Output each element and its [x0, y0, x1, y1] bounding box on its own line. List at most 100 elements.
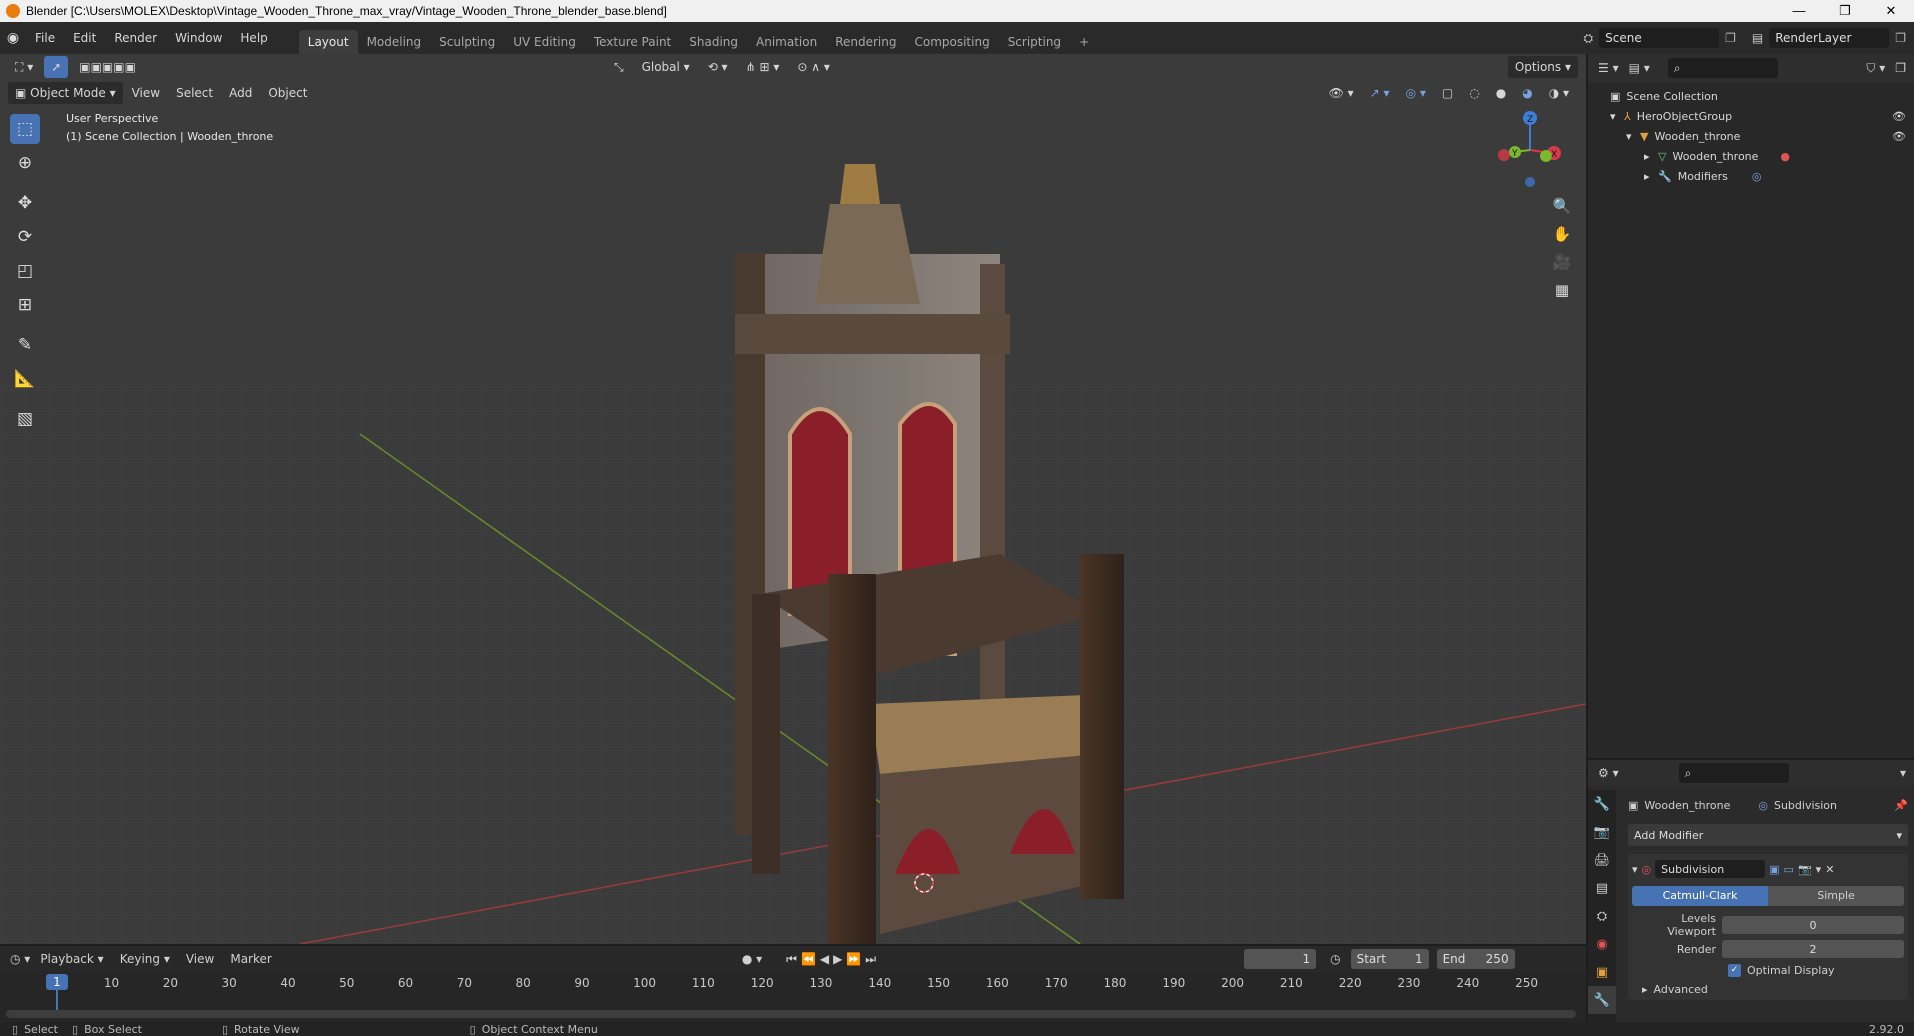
optimal-display-checkbox[interactable]: ✓ — [1728, 964, 1741, 977]
pan-hand-icon[interactable]: ✋ — [1548, 220, 1576, 248]
output-tab-icon[interactable]: 🖨 — [1588, 846, 1616, 874]
menu-help[interactable]: Help — [231, 31, 276, 45]
restore-button[interactable]: ❐ — [1822, 3, 1868, 19]
collapse-arrow-icon[interactable]: ▾ — [1632, 863, 1638, 876]
modifier-tab-icon[interactable]: 🔧 — [1588, 986, 1616, 1014]
edit-mode-toggle-icon[interactable]: ▣ — [1769, 863, 1779, 876]
outliner-row-modifiers[interactable]: ▸ 🔧 Modifiers ◎ — [1610, 166, 1914, 186]
render-levels-field[interactable]: 2 — [1722, 940, 1904, 958]
chevron-down-icon[interactable]: ▾ — [1900, 766, 1914, 780]
menu-edit[interactable]: Edit — [64, 31, 105, 45]
delete-modifier-icon[interactable]: ✕ — [1825, 863, 1834, 876]
modifier-menu-icon[interactable]: ▾ — [1816, 863, 1822, 876]
world-tab-icon[interactable]: ◉ — [1588, 930, 1616, 958]
shading-material-icon[interactable]: ◕ — [1515, 82, 1539, 104]
tab-layout[interactable]: Layout — [298, 30, 358, 54]
current-frame-field[interactable]: 1 — [1244, 949, 1317, 969]
tab-animation[interactable]: Animation — [747, 30, 826, 54]
collapse-arrow-icon[interactable]: ▸ — [1644, 150, 1658, 163]
menu-view[interactable]: View — [125, 82, 167, 104]
end-frame-field[interactable]: End 250 — [1436, 949, 1515, 969]
outliner-row-wooden-throne[interactable]: ▾ ▼ Wooden_throne 👁 — [1610, 126, 1914, 146]
tab-modeling[interactable]: Modeling — [358, 30, 431, 54]
scene-tab-icon[interactable]: ⛭ — [1588, 902, 1616, 930]
render-toggle-icon[interactable]: 📷 — [1798, 863, 1812, 876]
menu-keying[interactable]: Keying ▾ — [114, 952, 176, 966]
blender-menu-icon[interactable]: ◉ — [0, 30, 26, 46]
outliner-editor-icon[interactable]: ☰ ▾ — [1598, 61, 1619, 75]
viewport-toggle-icon[interactable]: ▭ — [1784, 863, 1794, 876]
scale-tool-icon[interactable]: ◰ — [10, 256, 40, 286]
pin-icon[interactable]: 📌 — [1894, 799, 1908, 812]
visibility-eye-icon[interactable]: 👁 — [1892, 130, 1914, 143]
view-layer-tab-icon[interactable]: ▤ — [1588, 874, 1616, 902]
menu-view-timeline[interactable]: View — [180, 952, 220, 966]
gizmo-toggle-icon[interactable]: ↗ ▾ — [1363, 82, 1397, 104]
start-frame-field[interactable]: Start 1 — [1350, 949, 1429, 969]
expand-arrow-icon[interactable]: ▾ — [1610, 110, 1624, 123]
playback-controls-icon[interactable]: ⏮⏪◀▶⏩⏭ — [786, 952, 880, 967]
shading-solid-icon[interactable]: ● — [1489, 82, 1513, 104]
record-icon[interactable]: ● ▾ — [742, 952, 762, 966]
add-workspace-button[interactable]: + — [1070, 30, 1098, 54]
render-tab-icon[interactable]: 📷 — [1588, 818, 1616, 846]
tab-sculpting[interactable]: Sculpting — [430, 30, 504, 54]
transform-tool-icon[interactable]: ⊞ — [10, 290, 40, 320]
timeline-scrollbar[interactable] — [6, 1010, 1576, 1018]
properties-search-input[interactable]: ⌕ — [1678, 763, 1789, 783]
catmull-clark-button[interactable]: Catmull-Clark — [1632, 886, 1768, 906]
playhead[interactable]: 1 — [46, 974, 68, 990]
minimize-button[interactable]: — — [1776, 3, 1822, 19]
outliner-row-heroobjectgroup[interactable]: ▾ ⅄ HeroObjectGroup 👁 — [1610, 106, 1914, 126]
annotate-tool-icon[interactable]: ✎ — [10, 330, 40, 360]
add-cube-tool-icon[interactable]: ▧ — [10, 404, 40, 434]
display-mode-icon[interactable]: ▤ ▾ — [1629, 61, 1650, 75]
menu-playback[interactable]: Playback ▾ — [34, 952, 109, 966]
scene-collection-row[interactable]: ▣ Scene Collection — [1610, 86, 1914, 106]
properties-editor-icon[interactable]: ⚙ ▾ — [1598, 766, 1619, 780]
tab-texture-paint[interactable]: Texture Paint — [585, 30, 680, 54]
3d-viewport[interactable]: ⛶ ▾ ➚ ▣▣▣▣▣ ⤡ Global ▾ ⟲ ▾ ⋔ ⊞ ▾ ⊙ ∧ ▾ O… — [0, 54, 1586, 944]
visibility-icon[interactable]: 👁 ▾ — [1322, 82, 1361, 104]
menu-window[interactable]: Window — [166, 31, 231, 45]
select-tool-icon[interactable]: ➚ — [44, 56, 69, 78]
tab-compositing[interactable]: Compositing — [905, 30, 998, 54]
transform-orientation-dropdown[interactable]: Global ▾ — [635, 56, 697, 78]
options-dropdown[interactable]: Options ▾ — [1507, 56, 1578, 78]
tool-tab-icon[interactable]: 🔧 — [1588, 790, 1616, 818]
xray-icon[interactable]: ▢ — [1435, 82, 1460, 104]
rotate-tool-icon[interactable]: ⟳ — [10, 222, 40, 252]
selection-mode-icons[interactable]: ▣▣▣▣▣ — [72, 56, 143, 78]
shading-wireframe-icon[interactable]: ◌ — [1462, 82, 1486, 104]
move-tool-icon[interactable]: ✥ — [10, 188, 40, 218]
render-layer-selector[interactable]: RenderLayer — [1769, 28, 1890, 48]
scene-selector[interactable]: Scene — [1599, 28, 1720, 48]
expand-arrow-icon[interactable]: ▾ — [1626, 130, 1640, 143]
camera-view-icon[interactable]: 🎥 — [1548, 248, 1576, 276]
navigation-gizmo[interactable]: Z X Y — [1490, 110, 1570, 190]
simple-button[interactable]: Simple — [1768, 886, 1904, 906]
object-tab-icon[interactable]: ▣ — [1588, 958, 1616, 986]
measure-tool-icon[interactable]: 📐 — [10, 364, 40, 394]
add-modifier-dropdown[interactable]: Add Modifier ▾ — [1628, 824, 1908, 846]
outliner-search-input[interactable]: ⌕ — [1667, 58, 1778, 78]
pivot-icon[interactable]: ⟲ ▾ — [701, 56, 735, 78]
snap-icon[interactable]: ⋔ ⊞ ▾ — [739, 56, 787, 78]
tab-shading[interactable]: Shading — [680, 30, 747, 54]
cursor-tool-icon[interactable]: ⊕ — [10, 148, 40, 178]
menu-marker[interactable]: Marker — [224, 952, 277, 966]
menu-select[interactable]: Select — [169, 82, 220, 104]
proportional-edit-icon[interactable]: ⊙ ∧ ▾ — [790, 56, 837, 78]
menu-file[interactable]: File — [26, 31, 64, 45]
levels-viewport-field[interactable]: 0 — [1722, 916, 1904, 934]
menu-add[interactable]: Add — [222, 82, 259, 104]
new-collection-icon[interactable]: ❐ — [1895, 61, 1914, 75]
advanced-subpanel[interactable]: ▸ Advanced — [1632, 983, 1904, 996]
new-scene-icon[interactable]: ❐ — [1725, 31, 1736, 45]
menu-object[interactable]: Object — [261, 82, 314, 104]
timeline-frames[interactable]: 1102030405060708090100110120130140150160… — [0, 972, 1586, 1022]
shading-rendered-icon[interactable]: ◑ ▾ — [1542, 82, 1576, 104]
tab-scripting[interactable]: Scripting — [999, 30, 1070, 54]
select-box-tool-icon[interactable]: ⬚ — [10, 114, 40, 144]
tab-rendering[interactable]: Rendering — [826, 30, 905, 54]
